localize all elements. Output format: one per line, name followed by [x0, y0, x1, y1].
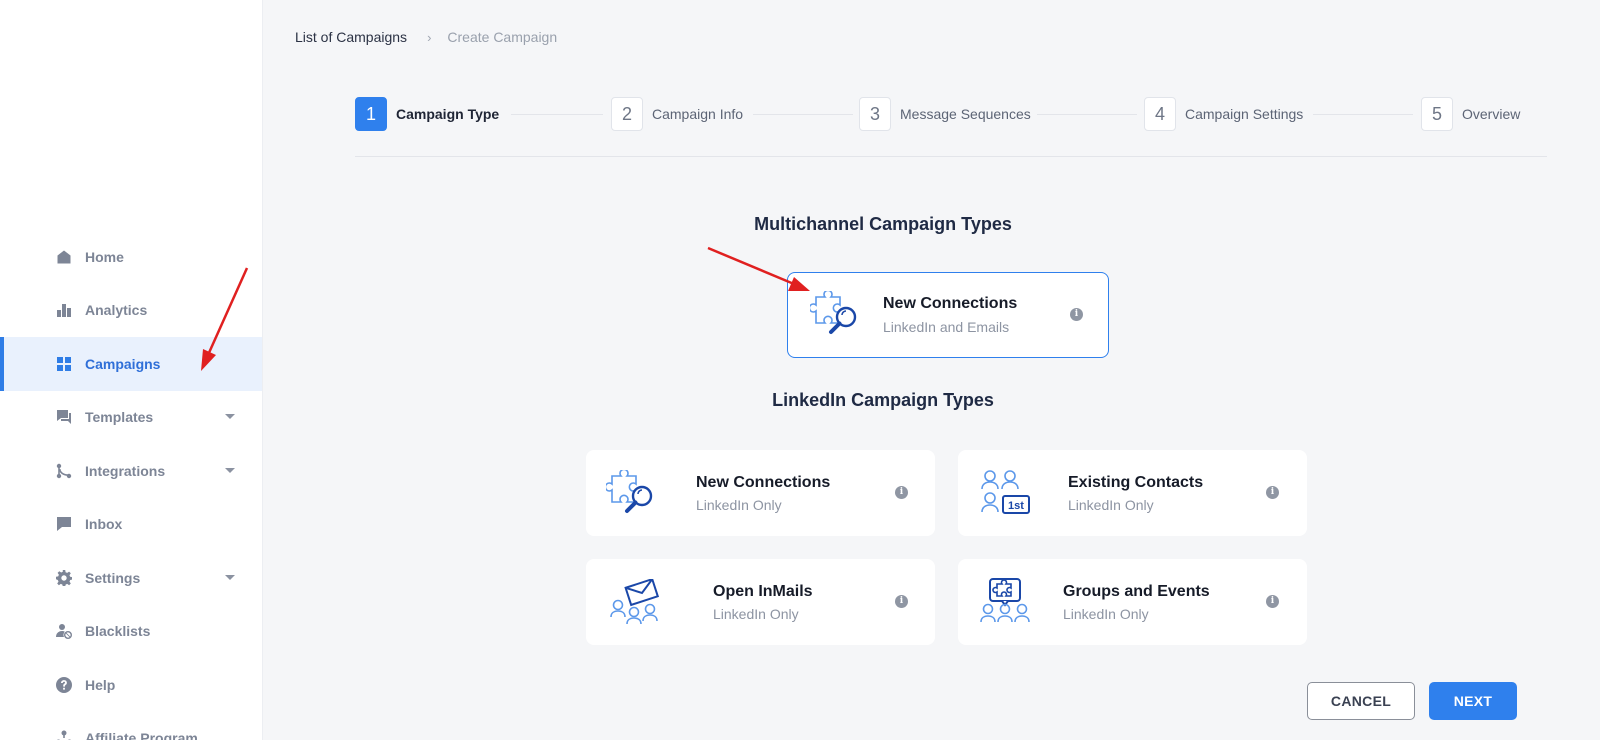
sidebar-item-analytics[interactable]: Analytics — [0, 284, 262, 338]
sidebar-item-label: Settings — [85, 569, 141, 586]
multichannel-section-title: Multichannel Campaign Types — [754, 214, 1012, 234]
home-icon — [55, 248, 73, 266]
step-number: 3 — [859, 97, 891, 131]
card-subtitle: LinkedIn Only — [696, 497, 782, 513]
sidebar-item-settings[interactable]: Settings — [0, 551, 262, 605]
step-campaign-info[interactable]: 2 Campaign Info — [611, 97, 743, 131]
sidebar-item-label: Campaigns — [85, 355, 161, 372]
bar-chart-icon — [55, 301, 73, 319]
sidebar-item-inbox[interactable]: Inbox — [0, 498, 262, 552]
group-puzzle-icon — [980, 578, 1030, 623]
message-icon — [55, 515, 73, 533]
step-connector — [1037, 114, 1137, 115]
breadcrumb: List of Campaigns › Create Campaign — [295, 29, 557, 45]
card-title: Existing Contacts — [1068, 474, 1204, 491]
step-label: Message Sequences — [900, 106, 1031, 122]
first-degree-badge: 1st — [1008, 500, 1024, 512]
card-subtitle: LinkedIn Only — [1063, 606, 1149, 622]
info-icon[interactable]: i — [895, 486, 908, 499]
step-label: Overview — [1462, 106, 1521, 122]
sidebar-item-label: Analytics — [85, 302, 148, 319]
sidebar-item-label: Blacklists — [85, 623, 151, 640]
breadcrumb-list-of-campaigns-link[interactable]: List of Campaigns — [295, 29, 407, 45]
step-label: Campaign Type — [396, 106, 500, 122]
main-content: List of Campaigns › Create Campaign 1 Ca… — [263, 8, 1600, 740]
step-overview[interactable]: 5 Overview — [1421, 97, 1520, 131]
card-title: New Connections — [883, 295, 1018, 312]
first-degree-contacts-icon: 1st — [981, 470, 1030, 514]
user-block-icon — [55, 622, 73, 640]
chevron-down-icon[interactable] — [225, 414, 235, 420]
sidebar-item-label: Inbox — [85, 516, 123, 533]
help-icon — [55, 676, 73, 694]
gear-icon — [55, 569, 73, 587]
step-number: 4 — [1144, 97, 1176, 131]
chat-bubbles-icon — [55, 408, 73, 426]
card-title: New Connections — [696, 474, 831, 491]
chevron-down-icon[interactable] — [225, 574, 235, 580]
step-number: 1 — [355, 97, 387, 131]
card-title: Open InMails — [713, 583, 813, 600]
sidebar-item-campaigns[interactable]: Campaigns — [0, 337, 262, 391]
step-label: Campaign Settings — [1185, 106, 1304, 122]
sidebar-item-label: Templates — [85, 409, 154, 426]
sidebar-item-label: Integrations — [85, 462, 166, 479]
divider — [355, 156, 1547, 157]
puzzle-search-icon — [810, 291, 857, 334]
sidebar-item-affiliate-program[interactable]: Affiliate Program — [0, 712, 262, 740]
sidebar-item-integrations[interactable]: Integrations — [0, 444, 262, 498]
cancel-button[interactable]: CANCEL — [1307, 682, 1415, 720]
step-connector — [1313, 114, 1413, 115]
campaign-type-card-open-inmails[interactable]: Open InMails LinkedIn Only i — [586, 559, 935, 645]
sidebar-nav: Home Analytics Campaigns Templates Integ… — [0, 230, 262, 740]
step-connector — [511, 114, 603, 115]
campaign-type-card-existing-contacts[interactable]: 1st Existing Contacts LinkedIn Only i — [958, 450, 1307, 536]
sidebar-item-label: Affiliate Program — [85, 730, 198, 740]
card-subtitle: LinkedIn Only — [713, 606, 799, 622]
chevron-down-icon[interactable] — [225, 467, 235, 473]
sidebar-item-help[interactable]: Help — [0, 658, 262, 712]
network-icon — [55, 729, 73, 740]
sidebar-item-label: Home — [85, 248, 124, 265]
sidebar-item-home[interactable]: Home — [0, 230, 262, 284]
breadcrumb-current: Create Campaign — [447, 29, 558, 45]
next-button[interactable]: NEXT — [1429, 682, 1517, 720]
step-number: 2 — [611, 97, 643, 131]
integration-icon — [55, 462, 73, 480]
campaign-type-card-linkedin-new-connections[interactable]: New Connections LinkedIn Only i — [586, 450, 935, 536]
card-title: Groups and Events — [1063, 583, 1210, 600]
info-icon[interactable]: i — [1266, 595, 1279, 608]
sidebar-item-label: Help — [85, 676, 116, 693]
card-subtitle: LinkedIn Only — [1068, 497, 1154, 513]
step-message-sequences[interactable]: 3 Message Sequences — [859, 97, 1031, 131]
card-subtitle: LinkedIn and Emails — [883, 319, 1010, 335]
puzzle-search-icon — [606, 470, 653, 513]
info-icon[interactable]: i — [1266, 486, 1279, 499]
linkedin-section-title: LinkedIn Campaign Types — [772, 390, 994, 410]
step-label: Campaign Info — [652, 106, 744, 122]
info-icon[interactable]: i — [895, 595, 908, 608]
campaign-type-card-multichannel-new-connections[interactable]: New Connections LinkedIn and Emails i — [787, 272, 1109, 358]
envelope-people-icon — [610, 579, 660, 625]
step-connector — [753, 114, 853, 115]
step-campaign-type[interactable]: 1 Campaign Type — [355, 97, 499, 131]
sidebar-item-blacklists[interactable]: Blacklists — [0, 605, 262, 659]
sidebar: Home Analytics Campaigns Templates Integ… — [0, 0, 263, 740]
campaign-type-card-groups-and-events[interactable]: Groups and Events LinkedIn Only i — [958, 559, 1307, 645]
breadcrumb-separator-icon: › — [427, 29, 432, 45]
step-campaign-settings[interactable]: 4 Campaign Settings — [1144, 97, 1303, 131]
campaign-stepper: 1 Campaign Type 2 Campaign Info 3 Messag… — [355, 97, 1547, 131]
sidebar-item-templates[interactable]: Templates — [0, 391, 262, 445]
info-icon[interactable]: i — [1070, 308, 1083, 321]
grid-icon — [55, 355, 73, 373]
step-number: 5 — [1421, 97, 1453, 131]
